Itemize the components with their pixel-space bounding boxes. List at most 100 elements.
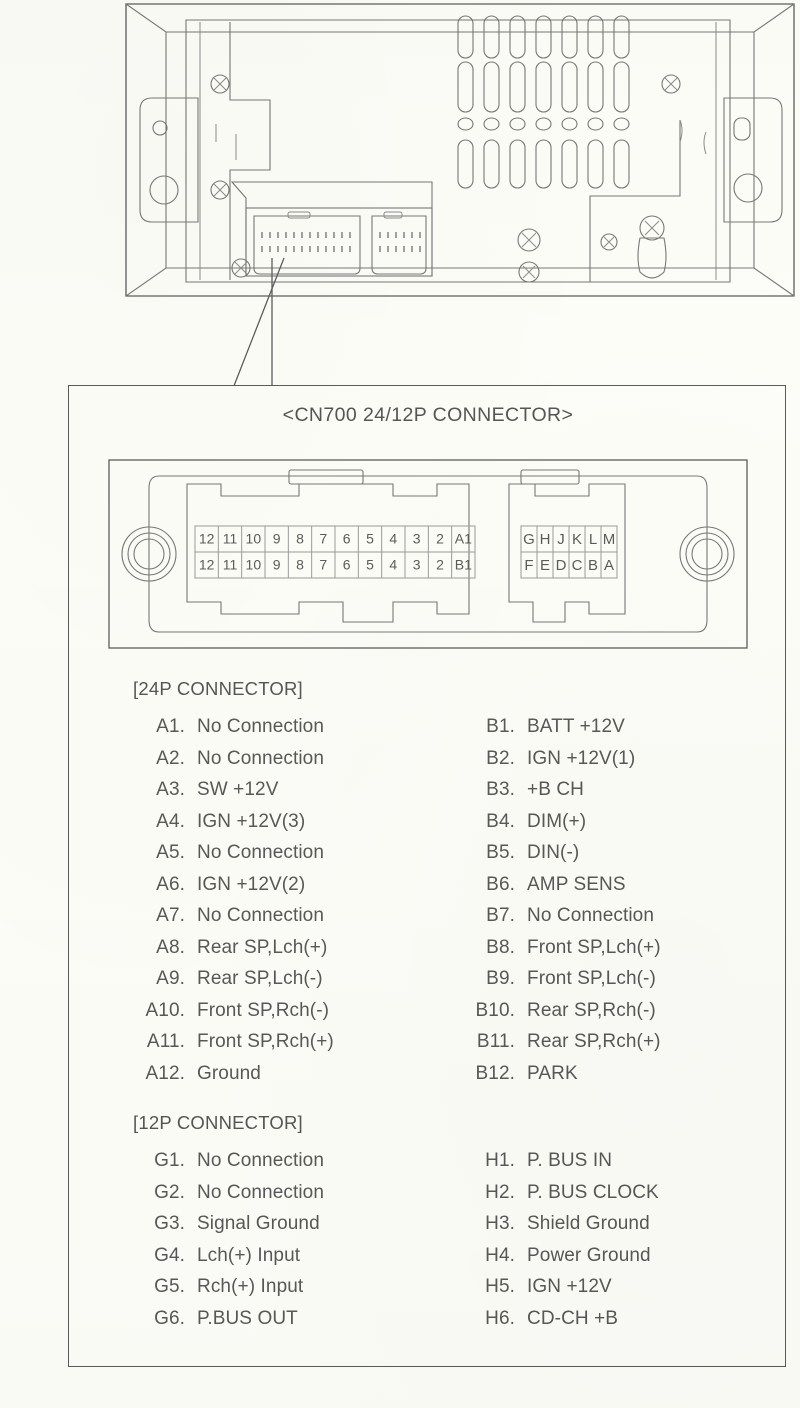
connector-pin-cell: 2 [436, 557, 444, 573]
pin-label: IGN +12V [527, 1276, 612, 1297]
connector-pin-cell: 9 [273, 557, 281, 573]
head-unit-rear-illustration [125, 3, 795, 297]
pin-number: G5. [154, 1276, 185, 1297]
connector-pin-cell: C [572, 557, 583, 574]
pin-number: A5. [156, 842, 185, 863]
pin-grid-12p: GHJKLM FEDCBA [520, 525, 618, 579]
pin-grid-24p: 12 11 10 9 8 7 6 5 4 3 2 A1 12 11 10 9 8 7 6 5 4 3 2 B1 [194, 525, 476, 579]
pin-row: A9. Rear SP,Lch(-) [123, 968, 453, 1000]
pin-label: Signal Ground [197, 1213, 320, 1234]
pin-number: A7. [156, 905, 185, 926]
connector-pin-cell: 10 [246, 531, 262, 547]
pin-row: A10. Front SP,Rch(-) [123, 1000, 453, 1032]
pin-number: G4. [154, 1244, 185, 1266]
pin-label: P.BUS OUT [197, 1307, 298, 1329]
pin-list-24p-right: B1. BATT +12V B2. IGN +12V(1) B3. +B CH B4. DIM… [453, 716, 783, 1094]
pin-number: B1. [486, 716, 515, 737]
pin-row: G1. No Connection [123, 1150, 453, 1182]
pin-label: No Connection [197, 716, 324, 737]
pin-number: A9. [156, 968, 185, 989]
pin-number: B11. [476, 1031, 515, 1052]
connector-pin-cell: D [556, 557, 567, 574]
pin-label: PARK [527, 1062, 578, 1084]
pin-number: A10. [145, 999, 185, 1021]
pin-label: IGN +12V(2) [197, 873, 306, 895]
pin-number: H4. [485, 1244, 515, 1266]
pin-row: A6. IGN +12V(2) [123, 874, 453, 906]
connector-pin-cell: E [540, 557, 550, 574]
connector-pin-cell: M [603, 531, 616, 548]
pin-label: No Connection [197, 842, 324, 863]
pin-row: H3. Shield Ground [453, 1213, 783, 1245]
pin-label: No Connection [197, 1181, 324, 1203]
pin-row: B6. AMP SENS [453, 874, 783, 906]
pin-number: B3. [486, 779, 515, 800]
pin-label: No Connection [197, 747, 324, 769]
screw-icon [210, 74, 230, 94]
pin-label: AMP SENS [527, 873, 626, 895]
pin-row: G5. Rch(+) Input [123, 1276, 453, 1308]
pin-row: B12. PARK [453, 1063, 783, 1095]
connector-pin-cell: B1 [455, 557, 472, 573]
connector-pin-cell: 8 [296, 531, 304, 547]
diagram-page: <CN700 24/12P CONNECTOR> 12 11 10 9 8 7 … [0, 0, 800, 1408]
pin-number: A12. [145, 1062, 185, 1084]
section-heading-12p: [12P CONNECTOR] [133, 1112, 303, 1133]
pin-row: A12. Ground [123, 1063, 453, 1095]
section-heading-24p: [24P CONNECTOR] [133, 678, 303, 699]
connector-pin-cell: 2 [436, 531, 444, 547]
pin-row: A4. IGN +12V(3) [123, 811, 453, 843]
pin-number: G6. [154, 1307, 185, 1329]
connector-pin-cell: 11 [223, 531, 238, 547]
pin-number: A2. [156, 747, 185, 769]
connector-pin-cell: 3 [413, 531, 421, 547]
pin-row: B11. Rear SP,Rch(+) [453, 1031, 783, 1063]
pin-row: H4. Power Ground [453, 1245, 783, 1277]
pin-label: Front SP,Lch(+) [527, 936, 661, 958]
pin-row: B4. DIM(+) [453, 811, 783, 843]
pin-row: G3. Signal Ground [123, 1213, 453, 1245]
pin-number: H6. [485, 1307, 515, 1329]
pin-number: B9. [486, 968, 515, 989]
pin-label: SW +12V [197, 779, 279, 800]
pin-row: H6. CD-CH +B [453, 1308, 783, 1340]
ventilation-slots [457, 15, 630, 189]
connector-pin-cell: 3 [413, 557, 421, 573]
left-mounting-bracket [139, 97, 199, 223]
connector-pin-cell: 4 [389, 531, 397, 547]
connector-pin-cell: 5 [366, 557, 374, 573]
pin-row: B9. Front SP,Lch(-) [453, 968, 783, 1000]
connector-pin-cell: K [572, 531, 582, 548]
pin-label: Ground [197, 1062, 261, 1084]
pin-number: H3. [485, 1213, 515, 1234]
pin-number: B6. [486, 873, 515, 895]
pin-row: H2. P. BUS CLOCK [453, 1182, 783, 1214]
pin-label: IGN +12V(3) [197, 810, 306, 832]
pin-label: Power Ground [527, 1244, 651, 1266]
pin-row: B10. Rear SP,Rch(-) [453, 1000, 783, 1032]
pin-list-24p-left: A1. No Connection A2. No Connection A3. SW +1… [123, 716, 453, 1094]
right-mounting-bracket [723, 97, 783, 223]
pin-number: B5. [486, 842, 515, 863]
connector-pin-cell: F [524, 557, 533, 574]
pin-row: H1. P. BUS IN [453, 1150, 783, 1182]
pin-label: +B CH [527, 779, 584, 800]
pin-row: H5. IGN +12V [453, 1276, 783, 1308]
pin-row: A8. Rear SP,Lch(+) [123, 937, 453, 969]
pin-row: G6. P.BUS OUT [123, 1308, 453, 1340]
pin-label: No Connection [197, 1150, 324, 1171]
pin-number: B8. [486, 936, 515, 958]
chassis-outline [125, 3, 795, 297]
pin-number: H5. [485, 1276, 515, 1297]
pin-number: G2. [154, 1181, 185, 1203]
pin-label: BATT +12V [527, 716, 625, 737]
pin-number: G1. [154, 1150, 185, 1171]
pin-number: G3. [154, 1213, 185, 1234]
pin-label: P. BUS CLOCK [527, 1181, 659, 1203]
pin-number: A11. [146, 1031, 185, 1052]
pin-label: P. BUS IN [527, 1150, 613, 1171]
connector-pin-cell: 9 [273, 531, 281, 547]
pin-row: A7. No Connection [123, 905, 453, 937]
pin-list-12p-left: G1. No Connection G2. No Connection G3. Signa… [123, 1150, 453, 1339]
pin-row: A1. No Connection [123, 716, 453, 748]
